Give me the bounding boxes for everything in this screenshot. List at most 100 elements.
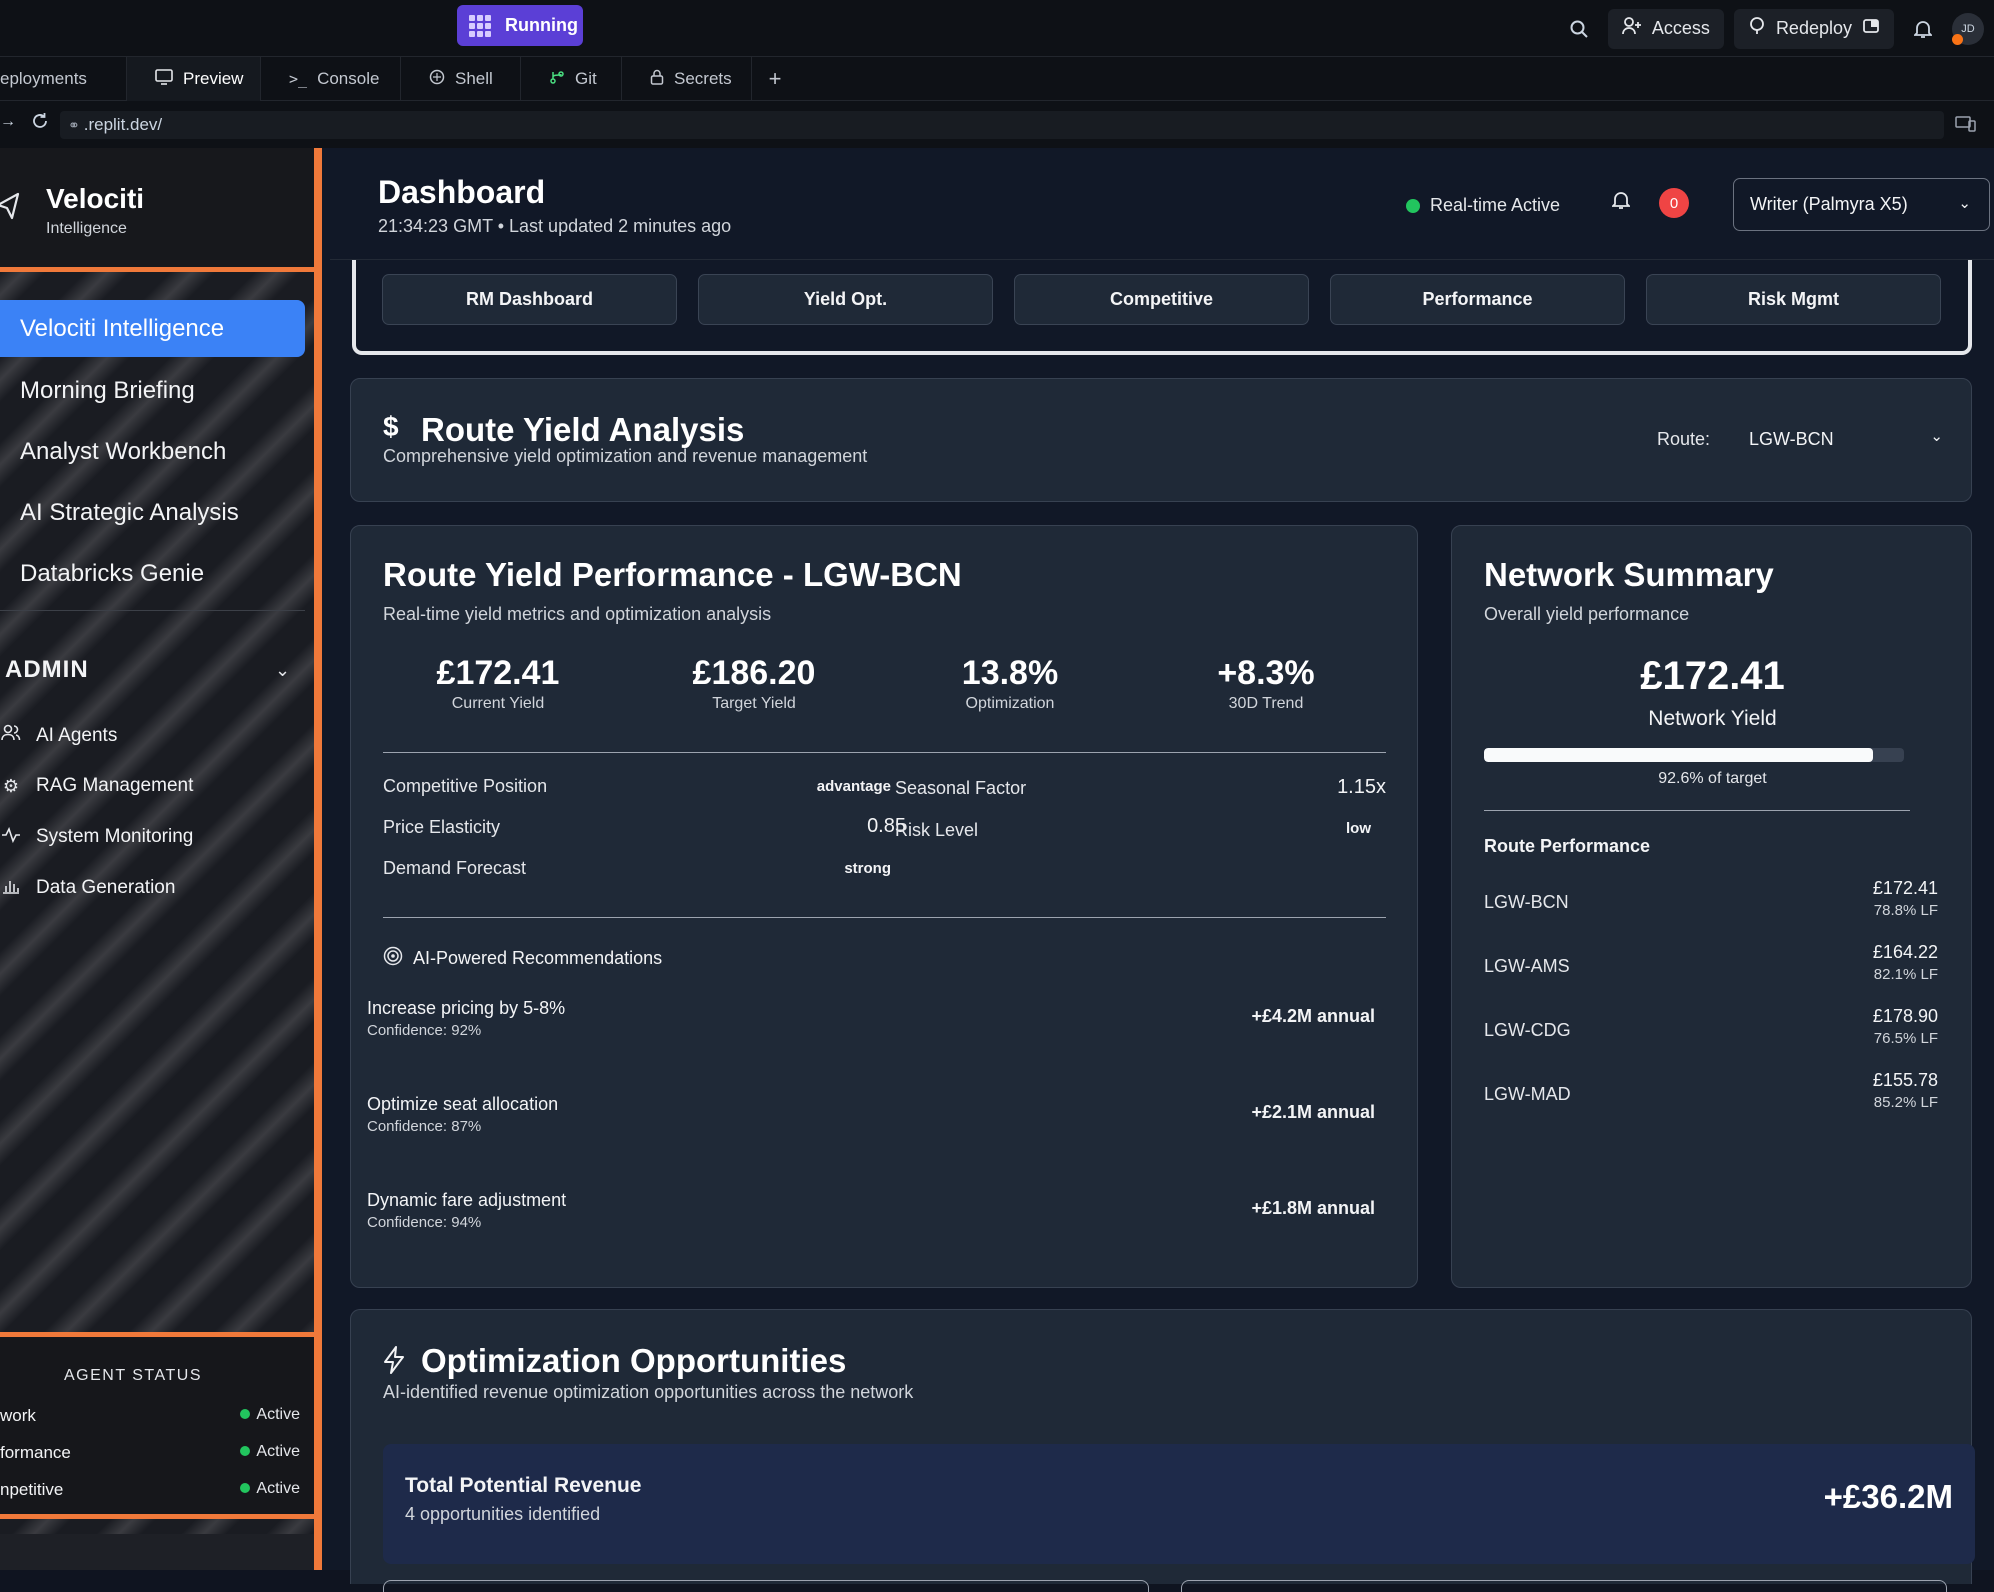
card-title: Route Yield Performance - LGW-BCN <box>383 556 962 593</box>
divider <box>383 917 1386 918</box>
nav-analyst-workbench[interactable]: Analyst Workbench <box>0 423 305 480</box>
recommendations-heading: AI-Powered Recommendations <box>383 946 662 971</box>
url-input[interactable]: ⚭ .replit.dev/ <box>60 111 1944 139</box>
avatar[interactable]: JD <box>1952 12 1984 45</box>
recommendations-title: AI-Powered Recommendations <box>413 948 663 968</box>
page-title: Dashboard <box>378 174 546 210</box>
run-status-label: Running <box>505 15 578 35</box>
admin-item-label: RAG Management <box>36 775 194 796</box>
avatar-initials: JD <box>1961 22 1975 35</box>
tab-deployments[interactable]: eployments <box>0 57 127 101</box>
run-status-button[interactable]: Running <box>457 5 583 46</box>
factor-value: 1.15x <box>1337 776 1386 798</box>
model-select[interactable]: Writer (Palmyra X5) ⌄ <box>1733 178 1990 231</box>
recommendation-item[interactable]: Dynamic fare adjustment Confidence: 94% … <box>367 1184 1375 1264</box>
section-subtitle: Comprehensive yield optimization and rev… <box>383 446 868 466</box>
route-row[interactable]: LGW-MAD £155.78 85.2% LF <box>1484 1070 1938 1120</box>
admin-item-data-generation[interactable]: Data Generation <box>0 877 175 899</box>
route-load-factor: 78.8% LF <box>1873 902 1938 919</box>
nav-label: Analyst Workbench <box>20 437 227 465</box>
factor-value: 0.85 <box>867 815 906 837</box>
route-row[interactable]: LGW-AMS £164.22 82.1% LF <box>1484 942 1938 992</box>
route-select[interactable]: LGW-BCN ⌄ <box>1741 419 1953 459</box>
shell-icon <box>429 69 445 90</box>
card-title: Network Summary <box>1484 556 1774 593</box>
add-user-icon <box>1622 17 1642 40</box>
reload-icon[interactable] <box>30 111 50 136</box>
search-icon[interactable] <box>1560 9 1598 49</box>
admin-item-ai-agents[interactable]: AI Agents <box>0 724 117 747</box>
gear-icon: ⚙ <box>2 775 20 796</box>
tab-label: Secrets <box>674 69 732 88</box>
bell-icon[interactable] <box>1610 190 1632 216</box>
main-content: Dashboard 21:34:23 GMT • Last updated 2 … <box>330 148 1994 1592</box>
metric-label: Current Yield <box>451 695 545 712</box>
sidebar-footer <box>0 1534 314 1570</box>
recommendation-item[interactable]: Increase pricing by 5-8% Confidence: 92%… <box>367 992 1375 1072</box>
route-row[interactable]: LGW-BCN £172.41 78.8% LF <box>1484 878 1938 928</box>
factor-label: Seasonal Factor <box>895 778 1027 798</box>
lock-icon <box>650 69 664 90</box>
nav-velociti-intelligence[interactable]: Velociti Intelligence <box>0 300 305 357</box>
nav-ai-strategic-analysis[interactable]: AI Strategic Analysis <box>0 484 305 541</box>
devices-icon[interactable] <box>1955 115 1977 138</box>
last-updated: 21:34:23 GMT • Last updated 2 minutes ag… <box>378 216 732 236</box>
sidebar-divider <box>0 610 305 611</box>
admin-item-rag-management[interactable]: ⚙ RAG Management <box>0 775 193 797</box>
tab-performance[interactable]: Performance <box>1330 274 1625 325</box>
metric-label: 30D Trend <box>1228 695 1304 712</box>
metric-30d-trend: +8.3% 30D Trend <box>1156 654 1376 713</box>
model-value: Writer (Palmyra X5) <box>1750 194 1908 214</box>
brand-subtitle: Intelligence <box>46 220 127 237</box>
rec-title: Increase pricing by 5-8% <box>367 998 566 1018</box>
agent-name: formance <box>0 1443 71 1462</box>
admin-item-system-monitoring[interactable]: System Monitoring <box>0 826 193 848</box>
opportunities-card: Optimization Opportunities AI-identified… <box>350 1309 1975 1592</box>
tab-label: Shell <box>455 69 493 88</box>
tab-risk-mgmt[interactable]: Risk Mgmt <box>1646 274 1941 325</box>
status-dot <box>1406 198 1420 213</box>
tab-git[interactable]: Git <box>521 57 622 101</box>
agent-status: Active <box>240 1480 300 1498</box>
section-title: Optimization Opportunities <box>421 1342 847 1379</box>
git-icon <box>549 69 565 90</box>
recommendation-item[interactable]: Optimize seat allocation Confidence: 87%… <box>367 1088 1375 1168</box>
factor-label: Demand Forecast <box>383 858 527 878</box>
agent-status-panel: AGENT STATUS work Active formance Active… <box>0 1332 314 1519</box>
divider <box>1484 810 1910 811</box>
tab-label: eployments <box>0 69 87 88</box>
run-grid-icon <box>469 14 491 37</box>
nav-label: Velociti Intelligence <box>20 314 225 342</box>
route-row[interactable]: LGW-CDG £178.90 76.5% LF <box>1484 1006 1938 1056</box>
metric-target-yield: £186.20 Target Yield <box>644 654 864 713</box>
avatar-status-dot <box>1952 33 1963 45</box>
metric-label: Optimization <box>965 695 1055 712</box>
tab-shell[interactable]: Shell <box>401 57 521 101</box>
metric-optimization: 13.8% Optimization <box>900 654 1120 713</box>
notification-badge[interactable]: 0 <box>1659 188 1689 218</box>
brand-name: Velociti <box>46 183 145 214</box>
nav-label: Databricks Genie <box>20 559 205 587</box>
add-tab-button[interactable]: + <box>752 57 798 101</box>
bell-icon[interactable] <box>1904 9 1942 49</box>
agent-row: work Active <box>0 1406 300 1426</box>
tab-yield-opt[interactable]: Yield Opt. <box>698 274 993 325</box>
nav-label: Morning Briefing <box>20 376 195 404</box>
admin-section-toggle[interactable]: ADMIN <box>5 656 89 684</box>
redeploy-button[interactable]: Redeploy <box>1733 8 1894 49</box>
nav-morning-briefing[interactable]: Morning Briefing <box>0 362 305 419</box>
tab-secrets[interactable]: Secrets <box>622 57 752 101</box>
access-button[interactable]: Access <box>1607 8 1724 49</box>
tab-console[interactable]: >_ Console <box>261 57 401 101</box>
agent-row: npetitive Active <box>0 1480 300 1500</box>
tab-rm-dashboard[interactable]: RM Dashboard <box>382 274 677 325</box>
chevron-down-icon[interactable]: ⌄ <box>275 660 290 681</box>
route-price: £155.78 <box>1872 1070 1938 1090</box>
card-subtitle: Overall yield performance <box>1484 604 1690 624</box>
forward-icon[interactable]: → <box>0 113 16 131</box>
window-icon[interactable] <box>1862 17 1880 40</box>
tab-competitive[interactable]: Competitive <box>1014 274 1309 325</box>
tab-preview[interactable]: Preview <box>127 57 261 101</box>
nav-databricks-genie[interactable]: Databricks Genie <box>0 545 305 602</box>
metric-current-yield: £172.41 Current Yield <box>388 654 608 713</box>
